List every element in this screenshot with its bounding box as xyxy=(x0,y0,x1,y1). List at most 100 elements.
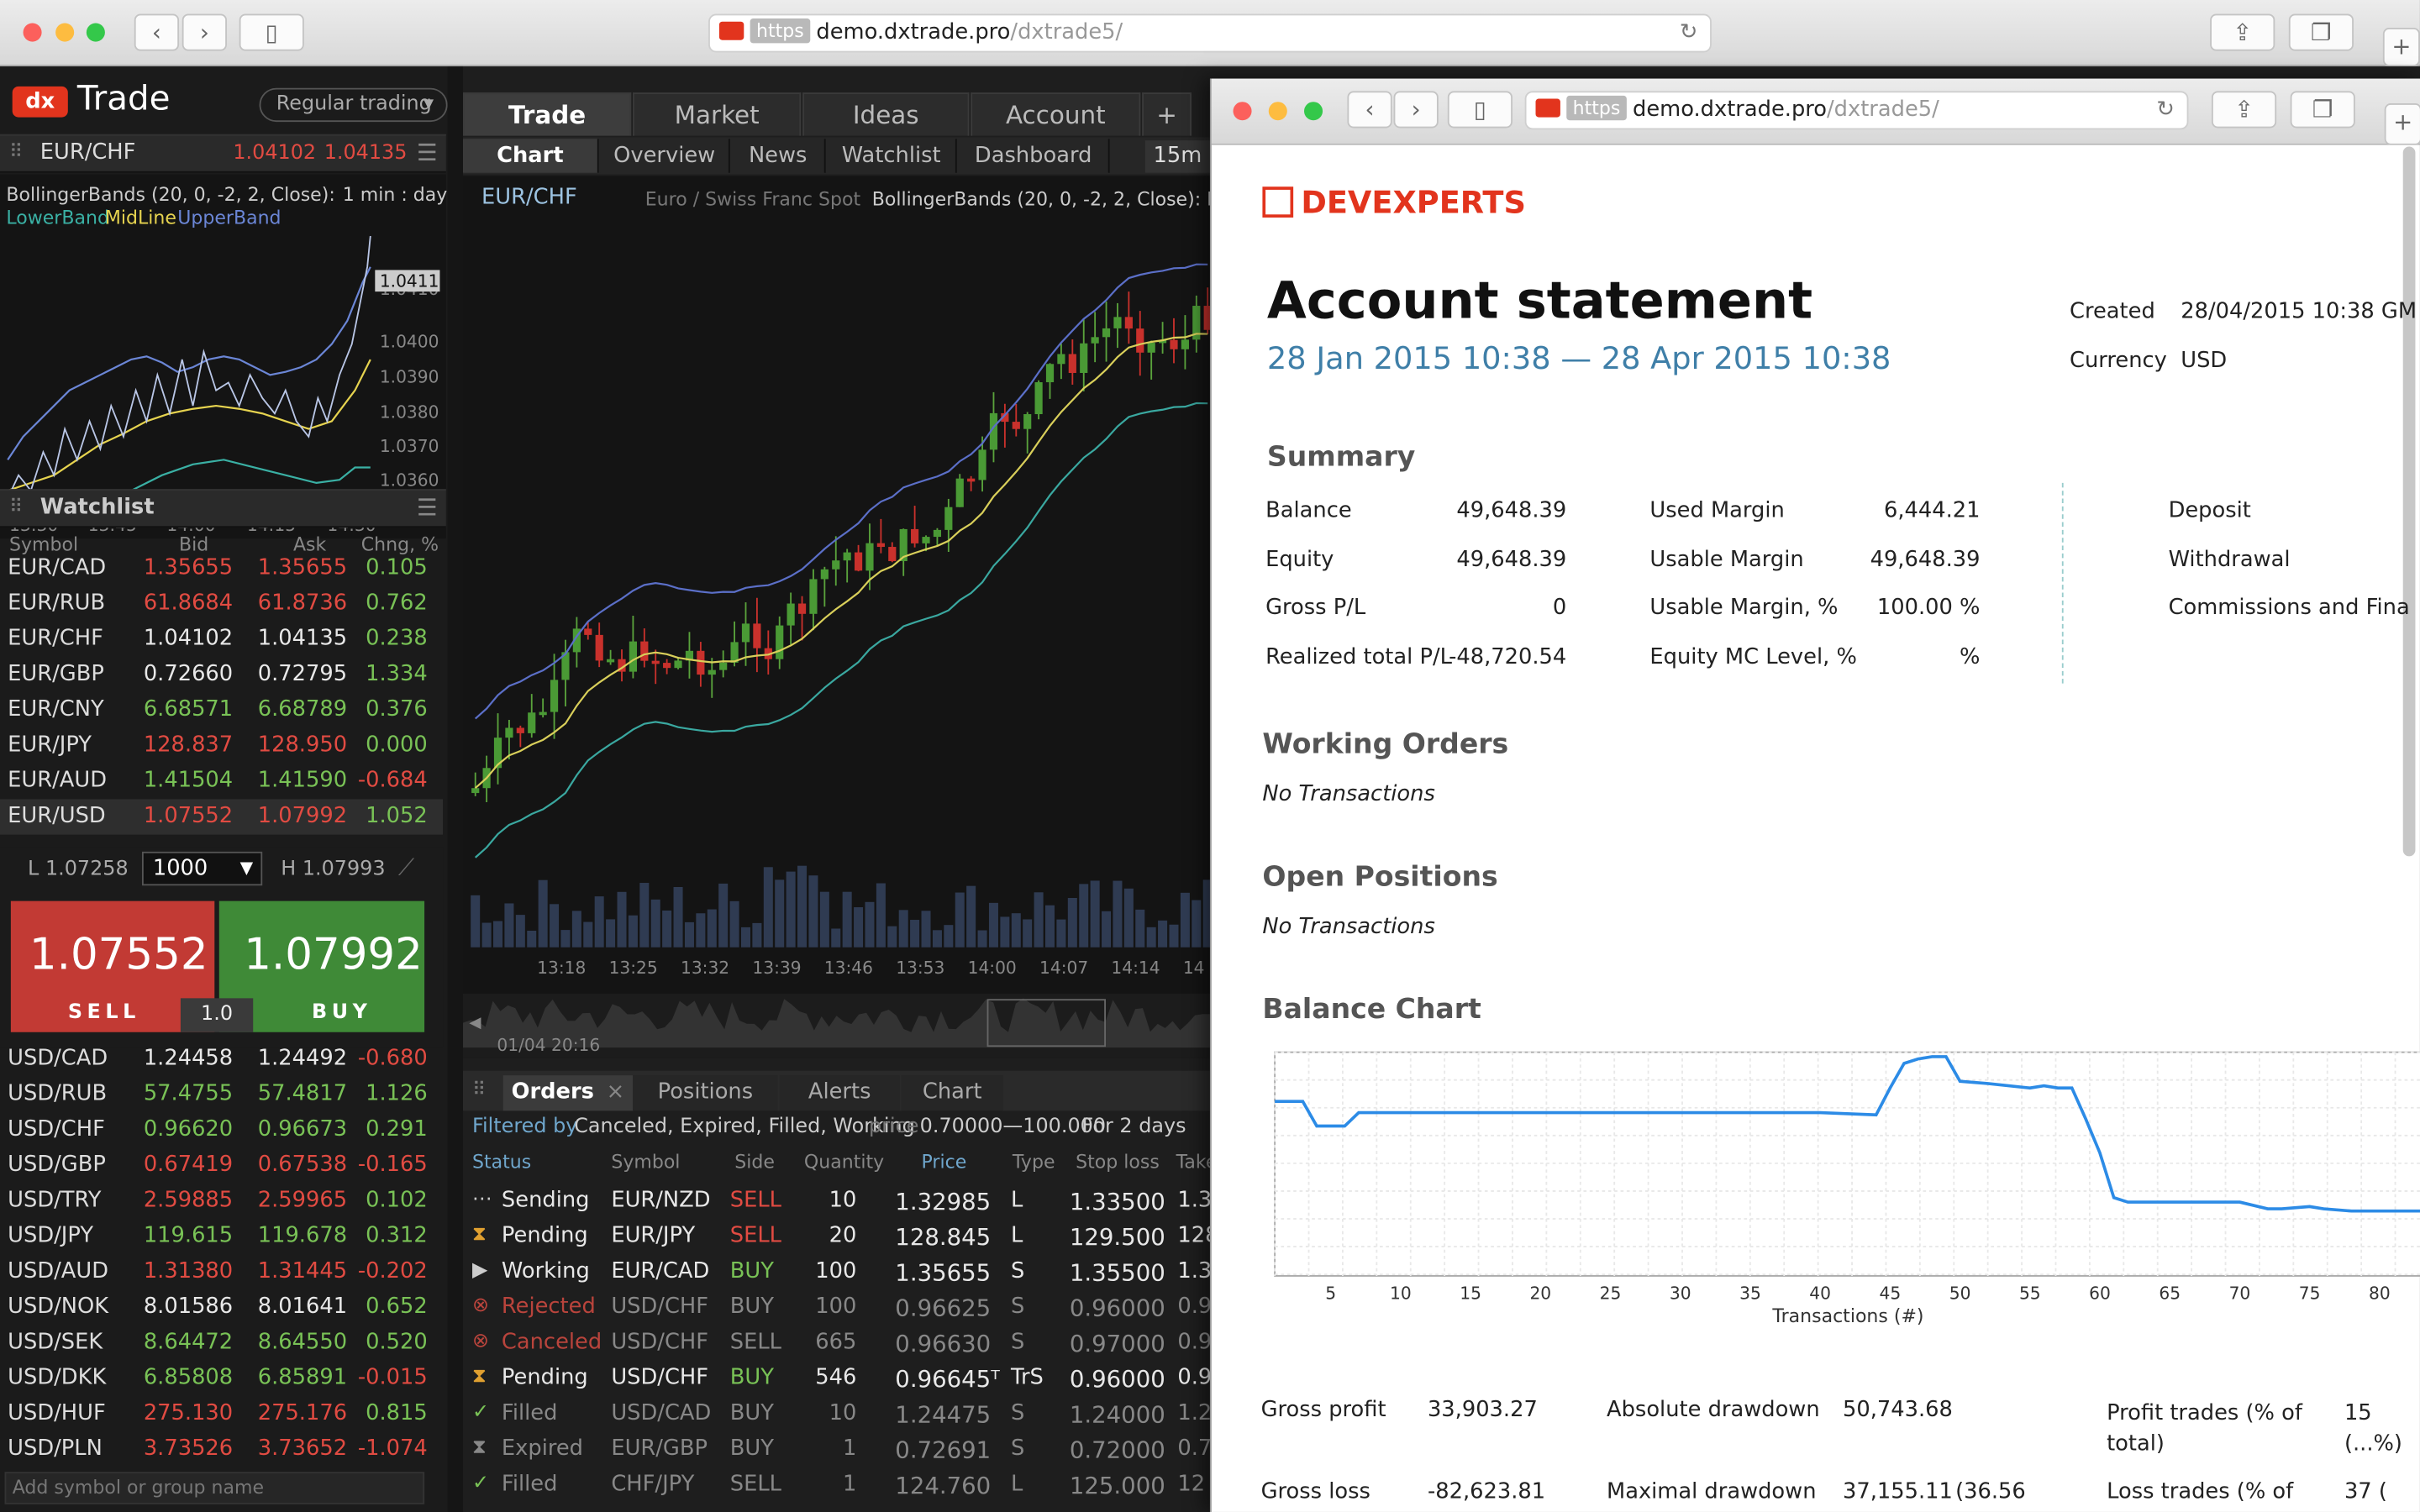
orders-tab-alerts[interactable]: Alerts xyxy=(779,1075,900,1111)
order-row[interactable]: ⧗ Pending USD/CHF BUY 546 0.96645ᵀ TrS 0… xyxy=(463,1362,1212,1398)
trade-quantity[interactable]: 1.0 xyxy=(180,998,254,1032)
drag-handle-icon[interactable]: ⠿ xyxy=(472,1079,486,1100)
main-tab-trade[interactable]: Trade xyxy=(463,92,632,136)
orders-filter-bar[interactable]: Filtered by Canceled, Expired, Filled, W… xyxy=(463,1110,1210,1145)
watchlist-row[interactable]: USD/PLN 3.73526 3.73652 -1.074 xyxy=(0,1431,443,1467)
x-tick-label: 13:46 xyxy=(824,958,873,978)
x-tick-label: 13:18 xyxy=(537,958,586,978)
col-stop-loss[interactable]: Stop loss xyxy=(1076,1151,1160,1173)
subtab-dashboard[interactable]: Dashboard xyxy=(958,139,1110,173)
watchlist-row[interactable]: USD/DKK 6.85808 6.85891 -0.015 xyxy=(0,1361,443,1396)
watchlist-row[interactable]: EUR/CHF 1.04102 1.04135 0.238 xyxy=(0,622,443,657)
tabs-overview-icon[interactable]: ❐ xyxy=(2288,13,2354,51)
order-row[interactable]: ⊗ Rejected USD/CHF BUY 100 0.96625 S 0.9… xyxy=(463,1291,1212,1326)
panel-splitter[interactable] xyxy=(447,66,464,1512)
volume-bar xyxy=(808,875,818,948)
close-tab-icon[interactable]: × xyxy=(607,1080,625,1105)
main-tab-account[interactable]: Account xyxy=(971,92,1141,136)
watchlist-row[interactable]: EUR/USD 1.07552 1.07992 1.052 xyxy=(0,799,444,835)
watchlist-row[interactable]: USD/RUB 57.4755 57.4817 1.126 xyxy=(0,1077,443,1112)
reload-icon[interactable]: ↻ xyxy=(2156,92,2175,128)
col-ask[interactable]: Ask xyxy=(293,533,326,555)
mini-chart[interactable]: BollingerBands (20, 0, -2, 2, Close): 1 … xyxy=(0,174,447,539)
main-tab-add[interactable]: + xyxy=(1142,92,1192,136)
menu-icon[interactable]: ☰ xyxy=(417,494,438,522)
scrollbar[interactable] xyxy=(2402,146,2416,857)
close-window-icon[interactable] xyxy=(1233,102,1252,121)
order-row[interactable]: ⋯ Sending EUR/NZD SELL 10 1.32985 L 1.33… xyxy=(463,1185,1212,1221)
watchlist-row[interactable]: USD/GBP 0.67419 0.67538 -0.165 xyxy=(0,1148,443,1184)
watchlist-row[interactable]: EUR/GBP 0.72660 0.72795 1.334 xyxy=(0,657,443,692)
watchlist-row[interactable]: USD/AUD 1.31380 1.31445 -0.202 xyxy=(0,1254,443,1289)
main-chart[interactable]: EUR/CHF Euro / Swiss Franc Spot Bollinge… xyxy=(463,176,1210,1058)
candle xyxy=(978,449,986,480)
minimize-window-icon[interactable] xyxy=(1268,102,1287,121)
drag-handle-icon[interactable]: ⠿ xyxy=(9,140,23,162)
watchlist-row[interactable]: USD/JPY 119.615 119.678 0.312 xyxy=(0,1219,443,1254)
subtab-chart[interactable]: Chart xyxy=(463,139,599,173)
minimize-window-icon[interactable] xyxy=(55,23,75,42)
order-row[interactable]: ▶ Working EUR/CAD BUY 100 1.35655 S 1.35… xyxy=(463,1256,1212,1291)
watchlist-row[interactable]: USD/NOK 8.01586 8.01641 0.652 xyxy=(0,1289,443,1325)
menu-icon[interactable]: ☰ xyxy=(417,139,438,166)
tabs-overview-icon[interactable]: ❐ xyxy=(2290,91,2355,129)
subtab-overview[interactable]: Overview xyxy=(600,139,730,173)
subtab-watchlist[interactable]: Watchlist xyxy=(827,139,957,173)
trend-icon[interactable]: ⟋ xyxy=(398,853,414,881)
orders-tab-positions[interactable]: Positions xyxy=(633,1075,778,1111)
zoom-window-icon[interactable] xyxy=(1304,102,1323,121)
drag-handle-icon[interactable]: ⠿ xyxy=(9,496,23,517)
quantity-select[interactable]: 1000 ▼ xyxy=(141,851,263,886)
col-status[interactable]: Status xyxy=(472,1151,531,1173)
col-type[interactable]: Type xyxy=(1013,1151,1055,1173)
sidebar-icon[interactable]: ▯ xyxy=(239,13,304,51)
subtab-news[interactable]: News xyxy=(731,139,826,173)
col-quantity[interactable]: Quantity xyxy=(804,1151,884,1173)
main-tab-market[interactable]: Market xyxy=(633,92,802,136)
order-row[interactable]: ✓ Filled CHF/JPY SELL 1 124.760 L 125.00… xyxy=(463,1469,1210,1504)
orders-tab-orders[interactable]: Orders × xyxy=(502,1075,634,1111)
zoom-window-icon[interactable] xyxy=(86,23,105,42)
sidebar-icon[interactable]: ▯ xyxy=(1447,91,1512,129)
back-arrow-icon[interactable]: ‹ xyxy=(134,13,180,51)
watchlist-row[interactable]: USD/CHF 0.96620 0.96673 0.291 xyxy=(0,1112,443,1147)
orders-tab-chart[interactable]: Chart xyxy=(901,1075,1003,1111)
new-tab-icon[interactable]: + xyxy=(2382,28,2420,66)
back-arrow-icon[interactable]: ‹ xyxy=(1347,91,1392,129)
reload-icon[interactable]: ↻ xyxy=(1680,15,1698,50)
orders-tab-label: Orders xyxy=(511,1079,594,1105)
close-window-icon[interactable] xyxy=(23,23,42,42)
new-tab-icon[interactable]: + xyxy=(2384,103,2420,145)
order-row[interactable]: ⧗ Expired EUR/GBP BUY 1 0.72691 S 0.7200… xyxy=(463,1433,1212,1468)
order-row[interactable]: ⊗ Canceled USD/CHF SELL 665 0.96630 S 0.… xyxy=(463,1327,1212,1362)
watchlist-row[interactable]: USD/HUF 275.130 275.176 0.815 xyxy=(0,1396,443,1431)
col-price[interactable]: Price xyxy=(922,1151,967,1173)
forward-arrow-icon[interactable]: › xyxy=(182,13,227,51)
col-side[interactable]: Side xyxy=(734,1151,775,1173)
col-symbol[interactable]: Symbol xyxy=(9,533,78,555)
watchlist-row[interactable]: EUR/CNY 6.68571 6.68789 0.376 xyxy=(0,693,443,728)
watchlist-row[interactable]: EUR/CAD 1.35655 1.35655 0.105 xyxy=(0,555,443,586)
col-symbol[interactable]: Symbol xyxy=(611,1151,680,1173)
watchlist-row[interactable]: EUR/JPY 128.837 128.950 0.000 xyxy=(0,728,443,764)
watchlist-row[interactable]: USD/CAD 1.24458 1.24492 -0.680 xyxy=(0,1046,443,1077)
watchlist-row[interactable]: EUR/RUB 61.8684 61.8736 0.762 xyxy=(0,586,443,622)
col-bid[interactable]: Bid xyxy=(179,533,208,555)
watchlist-row[interactable]: EUR/AUD 1.41504 1.41590 -0.684 xyxy=(0,764,443,799)
trading-mode-select[interactable]: Regular trading ▾ xyxy=(259,87,448,123)
interval-select[interactable]: 15m xyxy=(1144,140,1210,173)
popup-address-bar[interactable]: https demo.dxtrade.pro/dxtrade5/ ↻ xyxy=(1524,91,2189,130)
order-row[interactable]: ⧗ Pending EUR/JPY SELL 20 128.845 L 129.… xyxy=(463,1221,1218,1256)
watchlist-row[interactable]: USD/TRY 2.59885 2.59965 0.102 xyxy=(0,1184,443,1219)
volume-bar xyxy=(865,901,875,948)
add-symbol-input[interactable]: Add symbol or group name xyxy=(4,1472,425,1504)
address-bar[interactable]: https demo.dxtrade.pro/dxtrade5/ ↻ xyxy=(708,13,1712,53)
col-change[interactable]: Chng, % xyxy=(361,533,439,555)
main-tab-ideas[interactable]: Ideas xyxy=(802,92,970,136)
forward-arrow-icon[interactable]: › xyxy=(1393,91,1439,129)
watchlist-row[interactable]: USD/SEK 8.64472 8.64550 0.520 xyxy=(0,1326,443,1361)
order-row[interactable]: ✓ Filled USD/CAD BUY 10 1.24475 S 1.2400… xyxy=(463,1398,1212,1433)
share-icon[interactable]: ⇪ xyxy=(2210,13,2275,51)
scroll-left-icon[interactable]: ◀ xyxy=(469,1014,481,1032)
share-icon[interactable]: ⇪ xyxy=(2211,91,2277,129)
